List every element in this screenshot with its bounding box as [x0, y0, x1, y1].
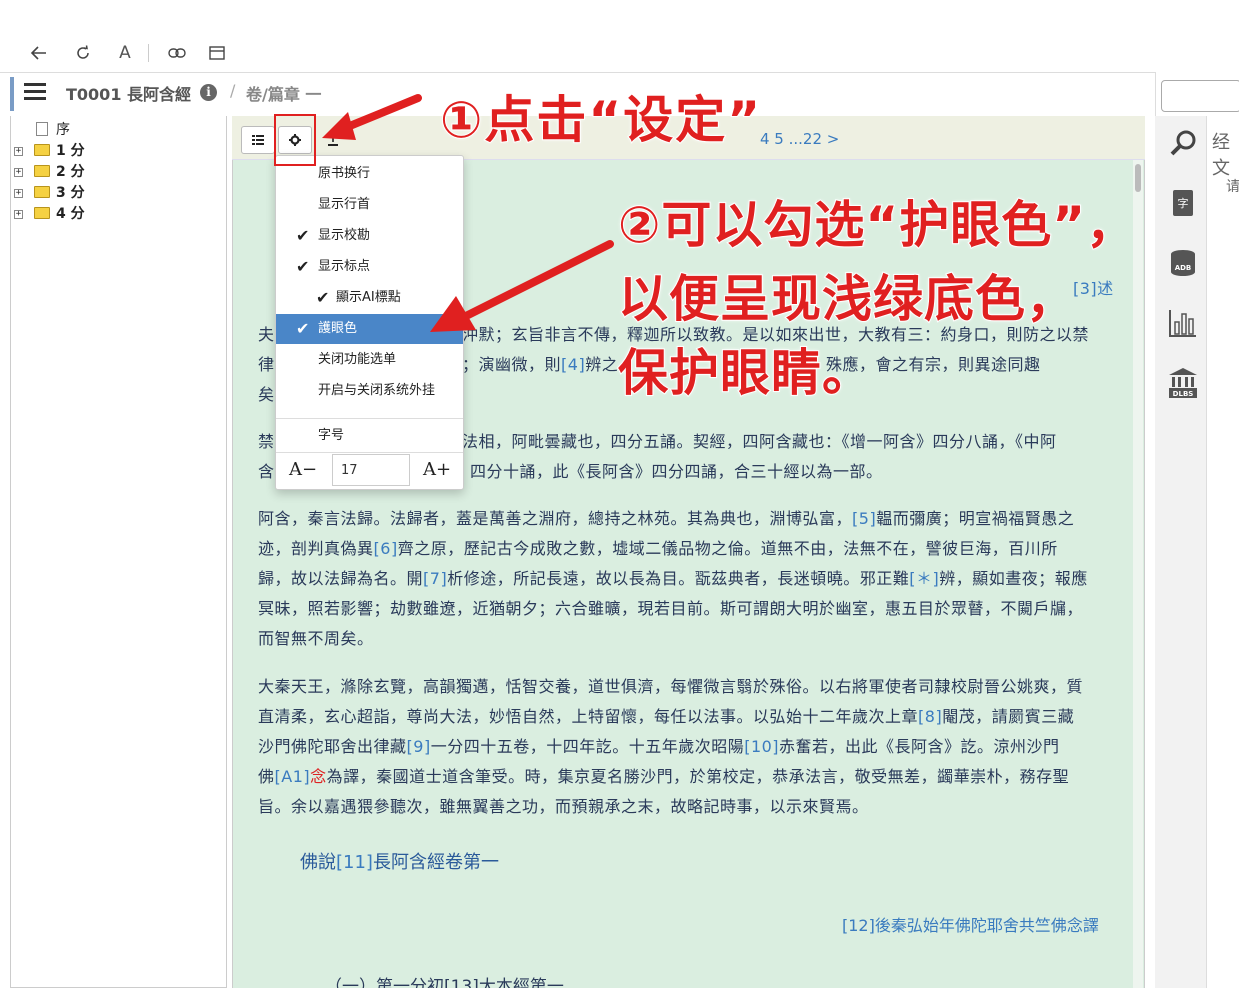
page-navigation[interactable]: 4 5 ...22 >: [760, 130, 839, 148]
page-icon: [36, 122, 48, 136]
tree-item-preface[interactable]: 序: [14, 120, 85, 141]
callout-step-2: ②可以勾选“护眼色”， 以便呈现浅绿底色， 保护眼睛。: [617, 188, 1138, 410]
para-4-line-3: 沙門佛陀耶舍出律藏[9]一分四十五卷，十四年訖。十五年歲次昭陽[10]赤奮若，出…: [258, 737, 1060, 756]
tree-item-part-4[interactable]: +4 分: [14, 204, 85, 225]
tree-item-part-2[interactable]: +2 分: [14, 162, 85, 183]
para-4-line-5: 旨。余以嘉遇猥參聽次，雖無翼善之功，而預親承之末，故略記時事，以示來賢焉。: [258, 797, 869, 816]
search-field[interactable]: [1161, 80, 1239, 112]
check-icon: ✔: [296, 257, 310, 276]
check-icon: ✔: [296, 226, 310, 245]
check-icon: ✔: [316, 288, 330, 307]
para-4-line-4: 佛[A1]念為譯，秦國道士道含筆受。時，集京夏名勝沙門，於第校定，恭承法言，敬受…: [258, 767, 1070, 786]
menu-divider: [276, 418, 463, 419]
font-icon[interactable]: A: [112, 40, 138, 66]
catalog-panel: [10, 116, 227, 988]
folder-icon: [34, 186, 50, 198]
header-accent-bar: [10, 77, 14, 111]
menu-item-close-menu[interactable]: 关闭功能选单: [276, 345, 463, 375]
tree-item-label: 序: [56, 122, 70, 138]
tree-item-label: 1 分: [56, 143, 85, 159]
tree-item-label: 2 分: [56, 164, 85, 180]
tree-item-label: 3 分: [56, 185, 85, 201]
database-icon[interactable]: ADB: [1168, 248, 1198, 278]
library-icon[interactable]: DLBS: [1168, 368, 1198, 398]
hint-text: 请: [1226, 179, 1239, 195]
search-icon[interactable]: [1168, 128, 1198, 158]
para-3-line-5: 而智無不周矣。: [258, 629, 374, 648]
para-4-line-1: 大秦天王，滌除玄覽，高韻獨邁，恬智交養，道世俱濟，每懼微言翳於殊俗。以右將軍使者…: [258, 677, 1084, 696]
para-3-line-4: 冥昧，照若影響；劫數雖遼，近猶朝夕；六合雖曠，現若目前。斯可謂朗大明於幽室，惠五…: [258, 599, 1084, 618]
para-3-line-1: 阿含，秦言法歸。法歸者，蓋是萬善之淵府，總持之林苑。其為典也，淵博弘富，[5]韞…: [258, 509, 1075, 528]
svg-text:DLBS: DLBS: [1173, 390, 1194, 398]
callout-step-1: ①点击“设定”: [439, 90, 763, 150]
tree-item-label: 4 分: [56, 206, 85, 222]
expand-icon[interactable]: +: [14, 168, 23, 177]
dictionary-icon[interactable]: 字: [1168, 188, 1198, 218]
toolbar-divider: [148, 44, 149, 62]
callout-step-2-line-1: ②可以勾选“护眼色”，: [617, 195, 1138, 255]
para-3-line-3: 歸，故以法歸為名。開[7]析修途，所記長遠，故以長為目。翫茲典者，長迷頓曉。邪正…: [258, 569, 1088, 588]
tool-sidebar: [1155, 116, 1207, 988]
link-icon[interactable]: [164, 40, 190, 66]
reload-icon[interactable]: [70, 40, 96, 66]
folder-icon: [34, 144, 50, 156]
menu-item-toggle-plugins[interactable]: 开启与关闭系统外挂: [276, 376, 463, 406]
sutra-title: T0001 長阿含經: [66, 85, 192, 104]
tab-sutra-text[interactable]: 经文: [1212, 128, 1239, 180]
translator-line: [12]後秦弘始年佛陀耶舍共竺佛念譯: [842, 916, 1099, 935]
font-increase-button[interactable]: A+: [410, 453, 464, 486]
statistics-icon[interactable]: [1168, 308, 1198, 338]
font-size-controls: A− A+: [276, 452, 463, 486]
para-3-line-2: 迹，剖判真偽異[6]齊之原，歷記古今成敗之數，墟域二儀品物之倫。道無不由，法無不…: [258, 539, 1058, 558]
expand-icon[interactable]: +: [14, 147, 23, 156]
para-4-line-2: 直清柔，玄心超詣，尊尚大法，妙悟自然，上特留懷，每任以法事。以弘始十二年歲次上章…: [258, 707, 1075, 726]
section-heading: （一）第一分初[13]大本經第一: [325, 977, 564, 988]
list-button[interactable]: [241, 126, 275, 154]
para-2-line-1: 法相，阿毗曇藏也，四分五誦。契經，四阿含藏也：《增一阿含》四分八誦，《中阿: [462, 432, 1057, 451]
tree-item-part-3[interactable]: +3 分: [14, 183, 85, 204]
folder-icon: [34, 165, 50, 177]
font-size-input[interactable]: [332, 454, 410, 486]
font-decrease-button[interactable]: A−: [276, 453, 330, 486]
para-2-line-2: 四分十誦，此《長阿含》四分四誦，合三十經以為一部。: [470, 462, 883, 481]
callout-step-2-line-3: 保护眼睛。: [617, 343, 873, 403]
arrow-to-settings-icon: [322, 94, 422, 140]
menu-item-show-line-head[interactable]: 显示行首: [276, 190, 463, 220]
check-icon: ✔: [296, 319, 310, 338]
svg-text:ADB: ADB: [1175, 264, 1192, 272]
arrow-to-eye-care-icon: [430, 240, 614, 332]
info-icon[interactable]: i: [200, 84, 217, 101]
catalog-tree: 序 +1 分 +2 分 +3 分 +4 分: [14, 120, 85, 225]
folder-icon: [34, 207, 50, 219]
font-size-label: 字号: [318, 428, 345, 443]
expand-icon[interactable]: +: [14, 210, 23, 219]
breadcrumb-separator: /: [230, 81, 236, 100]
window-icon[interactable]: [204, 40, 230, 66]
tree-item-part-1[interactable]: +1 分: [14, 141, 85, 162]
hamburger-menu-icon[interactable]: [24, 83, 46, 101]
svg-text:字: 字: [1178, 196, 1189, 210]
scroll-heading: 佛說[11]長阿含經卷第一: [300, 852, 499, 873]
back-icon[interactable]: [26, 40, 52, 66]
expand-icon[interactable]: +: [14, 189, 23, 198]
callout-step-2-line-2: 以便呈现浅绿底色，: [617, 269, 1077, 329]
